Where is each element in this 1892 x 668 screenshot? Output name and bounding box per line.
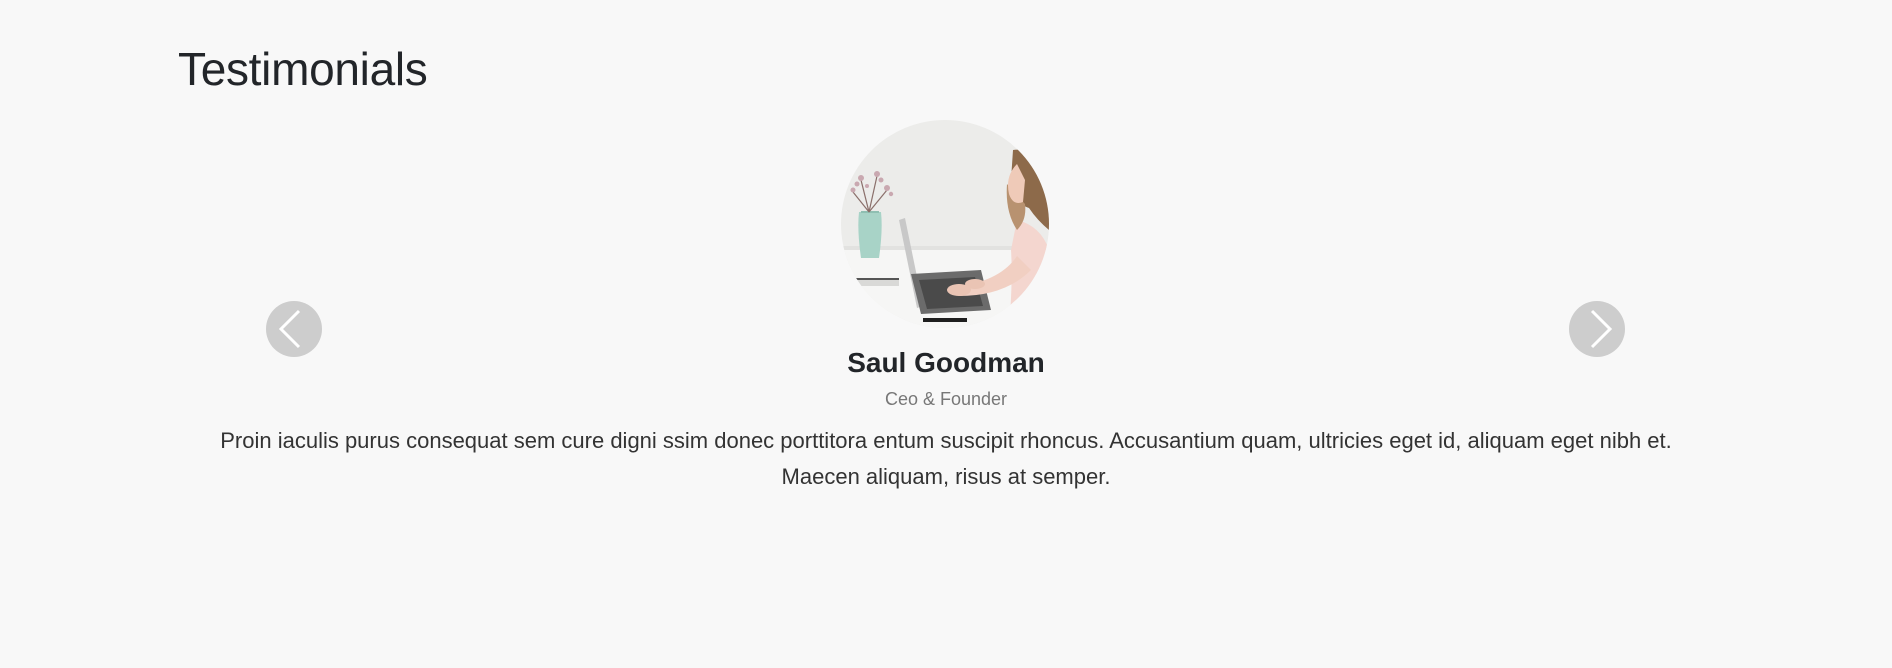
carousel-next-button[interactable]	[1569, 301, 1625, 357]
section-title: Testimonials	[178, 43, 428, 95]
testimonial-avatar	[841, 120, 1049, 328]
chevron-right-icon	[1569, 301, 1625, 357]
testimonial-quote: Proin iaculis purus consequat sem cure d…	[220, 428, 1672, 489]
testimonial-role: Ceo & Founder	[884, 389, 1008, 409]
testimonials-section: Testimonials Saul Goodman Ceo & Founder …	[0, 0, 1892, 668]
